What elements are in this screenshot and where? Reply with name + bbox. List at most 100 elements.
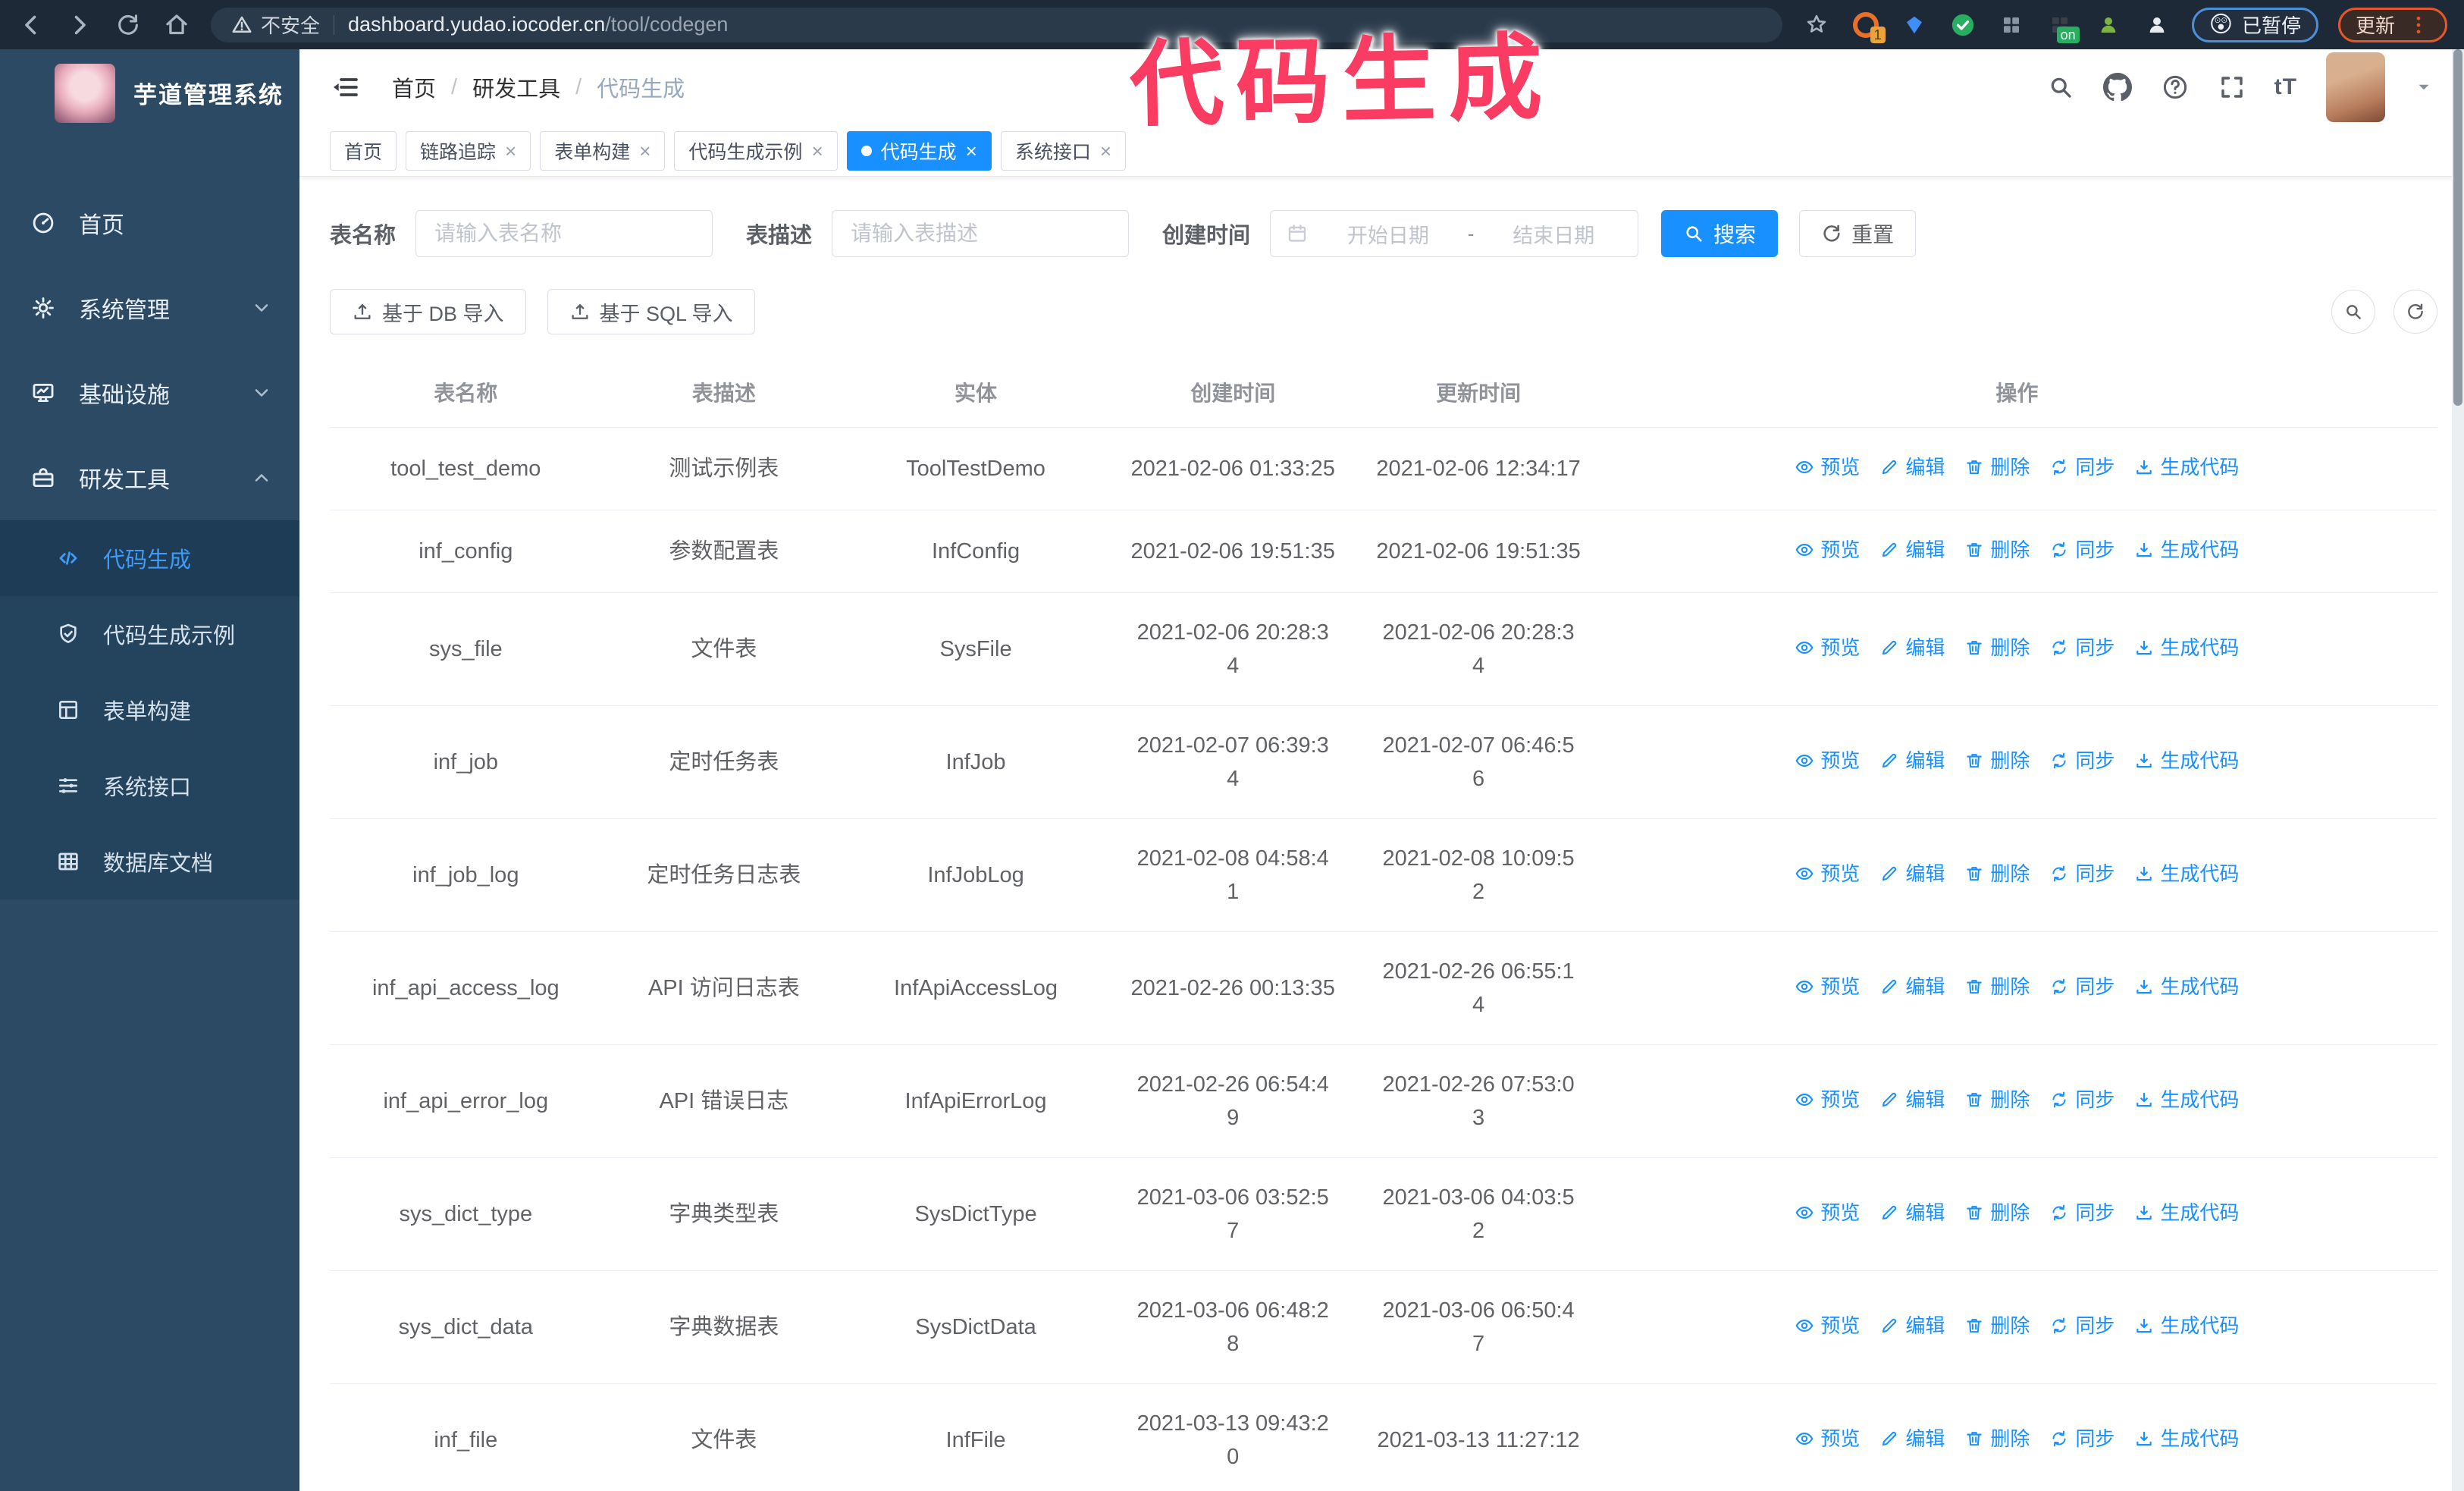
avatar-caret-down-icon[interactable]: [2414, 77, 2434, 97]
sidebar-collapse-icon[interactable]: [330, 72, 360, 102]
tab-home[interactable]: 首页: [330, 130, 397, 171]
extension-android-icon[interactable]: [2093, 10, 2124, 40]
preview-link[interactable]: 预览: [1795, 1422, 1860, 1455]
delete-link[interactable]: 删除: [1964, 1422, 2030, 1455]
delete-link[interactable]: 删除: [1964, 744, 2030, 777]
sync-link[interactable]: 同步: [2049, 533, 2114, 567]
font-size-icon[interactable]: tT: [2274, 74, 2297, 100]
close-icon[interactable]: ×: [966, 141, 977, 161]
sync-link[interactable]: 同步: [2049, 1309, 2114, 1342]
profile-sync-paused-chip[interactable]: 😲 已暂停: [2191, 7, 2318, 42]
refresh-table-button[interactable]: [2393, 290, 2437, 334]
sidebar-item-codegen-example[interactable]: 代码生成示例: [0, 596, 299, 672]
browser-forward-icon[interactable]: [65, 11, 94, 39]
generate-code-link[interactable]: 生成代码: [2134, 450, 2239, 484]
preview-link[interactable]: 预览: [1795, 1083, 1860, 1116]
scrollbar-thumb[interactable]: [2453, 49, 2462, 406]
sync-link[interactable]: 同步: [2049, 744, 2114, 777]
preview-link[interactable]: 预览: [1795, 533, 1860, 567]
sync-link[interactable]: 同步: [2049, 1083, 2114, 1116]
breadcrumb-devtools[interactable]: 研发工具: [472, 71, 560, 103]
delete-link[interactable]: 删除: [1964, 1309, 2030, 1342]
breadcrumb-home[interactable]: 首页: [392, 71, 436, 103]
browser-home-icon[interactable]: [162, 11, 191, 39]
preview-link[interactable]: 预览: [1795, 1196, 1860, 1229]
tab-system-api[interactable]: 系统接口 ×: [1000, 130, 1127, 171]
security-warning[interactable]: 不安全: [230, 11, 320, 39]
tab-codegen-example[interactable]: 代码生成示例 ×: [674, 130, 838, 171]
search-button[interactable]: 搜索: [1661, 210, 1779, 257]
close-icon[interactable]: ×: [639, 141, 650, 161]
sidebar-item-devtools[interactable]: 研发工具: [0, 435, 299, 520]
edit-link[interactable]: 编辑: [1879, 744, 1945, 777]
generate-code-link[interactable]: 生成代码: [2134, 857, 2239, 890]
edit-link[interactable]: 编辑: [1879, 1309, 1945, 1342]
fullscreen-icon[interactable]: [2218, 74, 2246, 101]
table-desc-input[interactable]: [832, 210, 1130, 257]
preview-link[interactable]: 预览: [1795, 1309, 1860, 1342]
preview-link[interactable]: 预览: [1795, 744, 1860, 777]
extension-switch-icon[interactable]: on: [2045, 10, 2080, 43]
delete-link[interactable]: 删除: [1964, 631, 2030, 664]
header-search-icon[interactable]: [2047, 74, 2074, 101]
sidebar-item-system-api[interactable]: 系统接口: [0, 748, 299, 824]
toggle-search-button[interactable]: [2331, 290, 2375, 334]
sync-link[interactable]: 同步: [2049, 450, 2114, 484]
sidebar-item-db-doc[interactable]: 数据库文档: [0, 824, 299, 899]
sync-link[interactable]: 同步: [2049, 857, 2114, 890]
generate-code-link[interactable]: 生成代码: [2134, 1309, 2239, 1342]
sidebar-item-infra[interactable]: 基础设施: [0, 350, 299, 435]
import-db-button[interactable]: 基于 DB 导入: [330, 289, 526, 334]
generate-code-link[interactable]: 生成代码: [2134, 970, 2239, 1003]
delete-link[interactable]: 删除: [1964, 970, 2030, 1003]
date-range-picker[interactable]: 开始日期 - 结束日期: [1270, 210, 1639, 257]
generate-code-link[interactable]: 生成代码: [2134, 631, 2239, 664]
sync-link[interactable]: 同步: [2049, 1196, 2114, 1229]
close-icon[interactable]: ×: [505, 141, 516, 161]
generate-code-link[interactable]: 生成代码: [2134, 533, 2239, 567]
edit-link[interactable]: 编辑: [1879, 450, 1945, 484]
extension-gem-icon[interactable]: [1899, 10, 1930, 40]
browser-update-chip[interactable]: 更新: [2337, 7, 2447, 42]
delete-link[interactable]: 删除: [1964, 533, 2030, 567]
kebab-menu-icon[interactable]: [2407, 14, 2430, 36]
github-icon[interactable]: [2103, 73, 2132, 102]
close-icon[interactable]: ×: [1100, 141, 1111, 161]
reset-button[interactable]: 重置: [1799, 210, 1917, 257]
import-sql-button[interactable]: 基于 SQL 导入: [547, 289, 755, 334]
browser-scrollbar[interactable]: [2452, 49, 2464, 1491]
table-name-input[interactable]: [415, 210, 713, 257]
edit-link[interactable]: 编辑: [1879, 1196, 1945, 1229]
sync-link[interactable]: 同步: [2049, 631, 2114, 664]
date-end-placeholder[interactable]: 结束日期: [1484, 219, 1622, 249]
preview-link[interactable]: 预览: [1795, 631, 1860, 664]
delete-link[interactable]: 删除: [1964, 450, 2030, 484]
edit-link[interactable]: 编辑: [1879, 533, 1945, 567]
sidebar-item-form-builder[interactable]: 表单构建: [0, 672, 299, 748]
extension-puzzle-icon[interactable]: [2142, 10, 2172, 40]
tab-codegen[interactable]: 代码生成 ×: [846, 130, 992, 171]
generate-code-link[interactable]: 生成代码: [2134, 1196, 2239, 1229]
delete-link[interactable]: 删除: [1964, 857, 2030, 890]
sync-link[interactable]: 同步: [2049, 1422, 2114, 1455]
generate-code-link[interactable]: 生成代码: [2134, 1083, 2239, 1116]
generate-code-link[interactable]: 生成代码: [2134, 1422, 2239, 1455]
sync-link[interactable]: 同步: [2049, 970, 2114, 1003]
preview-link[interactable]: 预览: [1795, 857, 1860, 890]
sidebar-item-home[interactable]: 首页: [0, 180, 299, 265]
close-icon[interactable]: ×: [811, 141, 823, 161]
edit-link[interactable]: 编辑: [1879, 857, 1945, 890]
user-avatar[interactable]: [2326, 52, 2385, 122]
delete-link[interactable]: 删除: [1964, 1196, 2030, 1229]
date-start-placeholder[interactable]: 开始日期: [1319, 219, 1457, 249]
sidebar-item-codegen[interactable]: 代码生成: [0, 520, 299, 596]
preview-link[interactable]: 预览: [1795, 450, 1860, 484]
sidebar-item-system[interactable]: 系统管理: [0, 265, 299, 350]
edit-link[interactable]: 编辑: [1879, 1422, 1945, 1455]
bookmark-star-icon[interactable]: [1802, 11, 1831, 39]
edit-link[interactable]: 编辑: [1879, 631, 1945, 664]
browser-back-icon[interactable]: [17, 11, 45, 39]
address-bar[interactable]: 不安全 dashboard.yudao.iocoder.cn/tool/code…: [211, 7, 1782, 42]
extension-check-icon[interactable]: [1948, 10, 1978, 40]
extension-grid-icon[interactable]: [1996, 10, 2027, 40]
